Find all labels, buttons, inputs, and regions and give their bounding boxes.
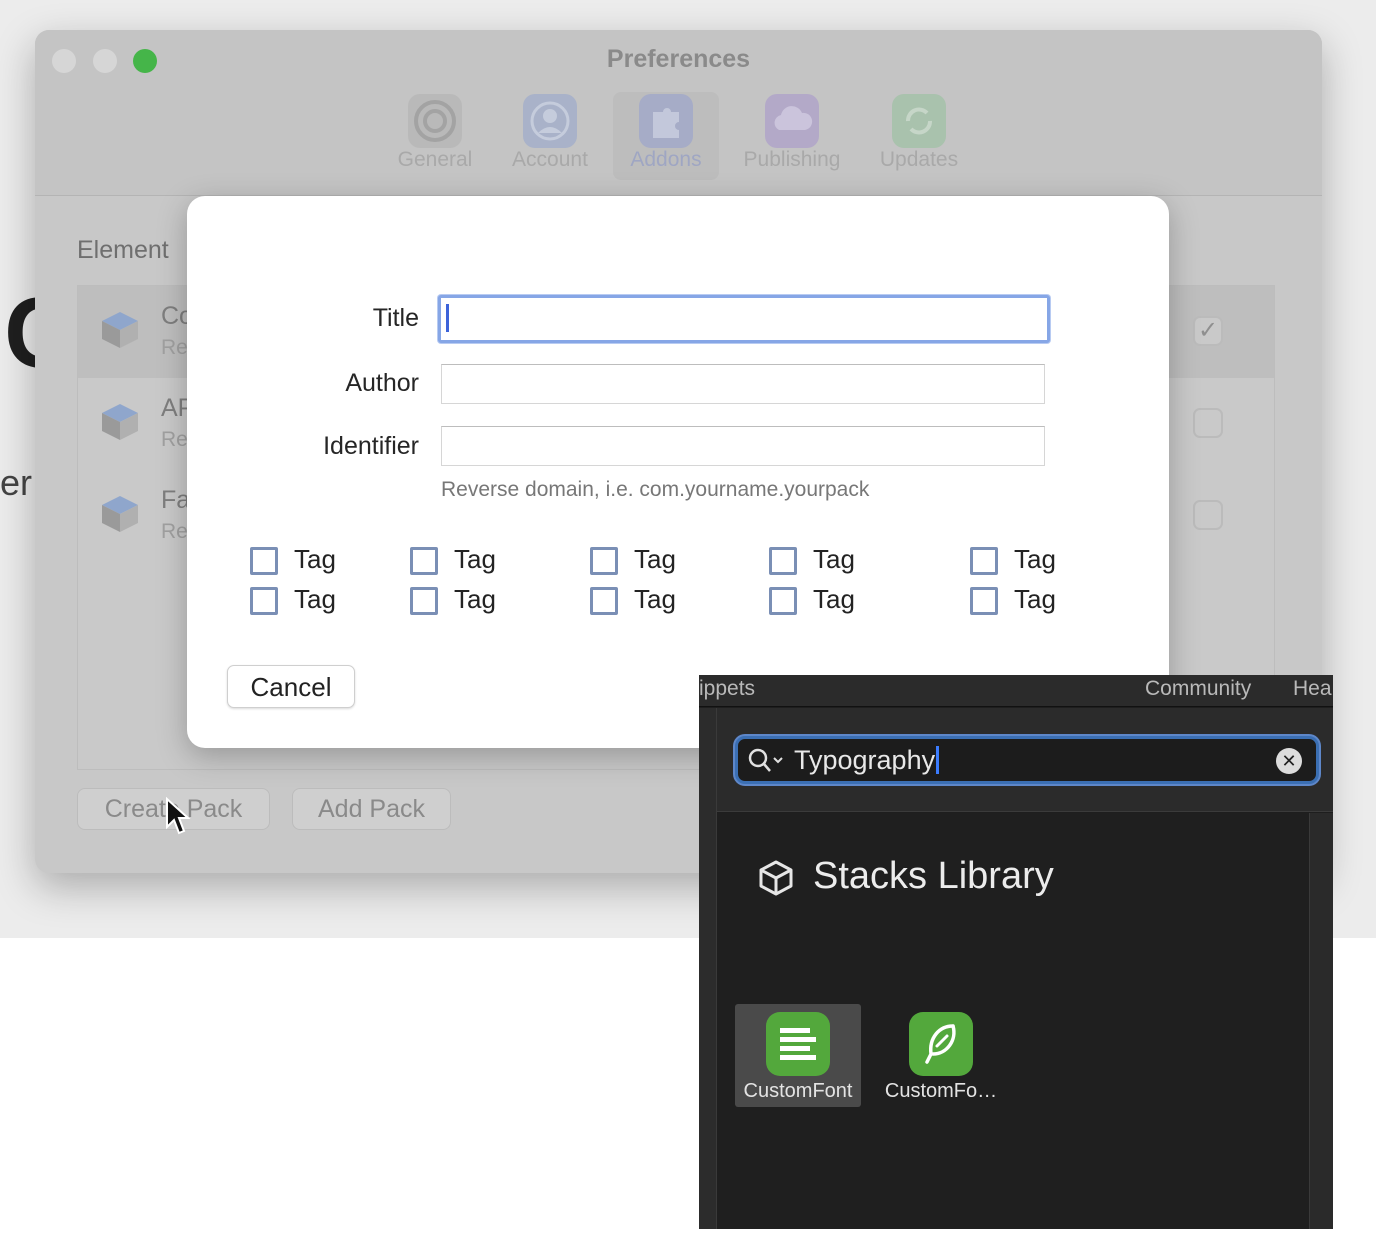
panel-scrollbar[interactable]	[1309, 813, 1333, 1229]
pack-subtitle: Re	[161, 428, 188, 451]
pack-enabled-checkbox[interactable]	[1193, 500, 1223, 530]
tag-label: Tag	[1014, 544, 1056, 574]
pack-enabled-checkbox[interactable]	[1193, 408, 1223, 438]
tab-snippets[interactable]: ippets	[699, 677, 755, 701]
tab-addons-label: Addons	[630, 148, 702, 171]
pack-name: Fa	[161, 486, 191, 514]
puzzle-icon	[639, 94, 693, 148]
create-pack-dialog: Title Author Identifier Reverse domain, …	[187, 196, 1169, 748]
cube-stack-icon	[102, 312, 138, 348]
library-content: Stacks Library CustomFont CustomFo…	[717, 813, 1309, 1229]
checkbox-icon[interactable]	[970, 547, 998, 575]
window-title: Preferences	[606, 45, 751, 73]
cube-stack-icon	[102, 496, 138, 532]
checkbox-icon[interactable]	[769, 547, 797, 575]
preferences-toolbar: Preferences General Account Addons Publi…	[35, 30, 1322, 196]
title-label: Title	[372, 304, 419, 332]
pack-subtitle: Re	[161, 336, 188, 359]
pack-subtitle: Re	[161, 520, 188, 543]
pack-enabled-checkbox[interactable]: ✓	[1193, 316, 1223, 346]
stack-label: CustomFo…	[884, 1080, 998, 1102]
tag-label: Tag	[813, 584, 855, 614]
stack-item[interactable]: CustomFont	[735, 1004, 861, 1107]
tab-account-label: Account	[512, 148, 588, 171]
refresh-icon	[892, 94, 946, 148]
tab-updates-label: Updates	[879, 148, 959, 171]
checkbox-icon[interactable]	[250, 547, 278, 575]
section-heading: Element	[77, 236, 169, 264]
checkbox-icon[interactable]	[250, 587, 278, 615]
background-text: er	[0, 462, 33, 503]
background-glyph: C	[0, 290, 36, 386]
stack-label: CustomFont	[743, 1080, 853, 1102]
person-icon	[523, 94, 577, 148]
tag-label: Tag	[813, 544, 855, 574]
tab-addons[interactable]: Addons	[613, 92, 719, 180]
checkbox-icon[interactable]	[410, 587, 438, 615]
tab-community[interactable]: Community	[1145, 677, 1251, 701]
cancel-button[interactable]: Cancel	[227, 665, 355, 708]
add-pack-button[interactable]: Add Pack	[292, 788, 451, 830]
checkbox-icon[interactable]	[590, 547, 618, 575]
identifier-field[interactable]	[441, 426, 1045, 466]
tab-general[interactable]: General	[387, 92, 483, 180]
text-lines-icon	[766, 1012, 830, 1076]
cloud-icon	[765, 94, 819, 148]
checkbox-icon[interactable]	[590, 587, 618, 615]
panel-left-strip	[699, 708, 717, 1229]
feather-icon	[909, 1012, 973, 1076]
tab-account[interactable]: Account	[501, 92, 599, 180]
search-input[interactable]: Typography ✕	[735, 736, 1319, 784]
gear-icon	[408, 94, 462, 148]
tab-publishing[interactable]: Publishing	[733, 92, 851, 180]
tag-label: Tag	[454, 584, 496, 614]
tab-general-label: General	[397, 148, 473, 171]
checkbox-icon[interactable]	[769, 587, 797, 615]
cube-stack-icon	[102, 404, 138, 440]
tag-label: Tag	[1014, 584, 1056, 614]
stacks-library-panel: ippets Community Hea Typography ✕ Stacks…	[699, 675, 1333, 1229]
tag-label: Tag	[634, 544, 676, 574]
tag-label: Tag	[294, 544, 336, 574]
screenshot-stage: C er Preferences General Account	[0, 0, 1376, 1238]
tab-updates[interactable]: Updates	[867, 92, 971, 180]
author-label: Author	[345, 369, 419, 397]
tag-label: Tag	[634, 584, 676, 614]
clear-search-icon[interactable]: ✕	[1276, 748, 1302, 774]
tag-label: Tag	[454, 544, 496, 574]
tab-help[interactable]: Hea	[1293, 677, 1332, 701]
panel-tab-bar: ippets Community Hea	[699, 675, 1333, 707]
search-icon[interactable]	[747, 747, 785, 775]
stack-item[interactable]: CustomFo…	[878, 1004, 1004, 1107]
identifier-label: Identifier	[323, 432, 419, 460]
checkbox-icon[interactable]	[410, 547, 438, 575]
identifier-hint: Reverse domain, i.e. com.yourname.yourpa…	[441, 478, 870, 501]
cube-icon	[759, 860, 793, 896]
checkbox-icon[interactable]	[970, 587, 998, 615]
search-query: Typography	[794, 745, 940, 776]
title-field[interactable]	[438, 295, 1050, 343]
mouse-pointer-icon	[166, 797, 191, 835]
search-bar: Typography ✕	[717, 708, 1333, 812]
text-caret	[446, 304, 449, 332]
library-title: Stacks Library	[813, 855, 1054, 897]
author-field[interactable]	[441, 364, 1045, 404]
tag-label: Tag	[294, 584, 336, 614]
tab-publishing-label: Publishing	[743, 148, 841, 171]
